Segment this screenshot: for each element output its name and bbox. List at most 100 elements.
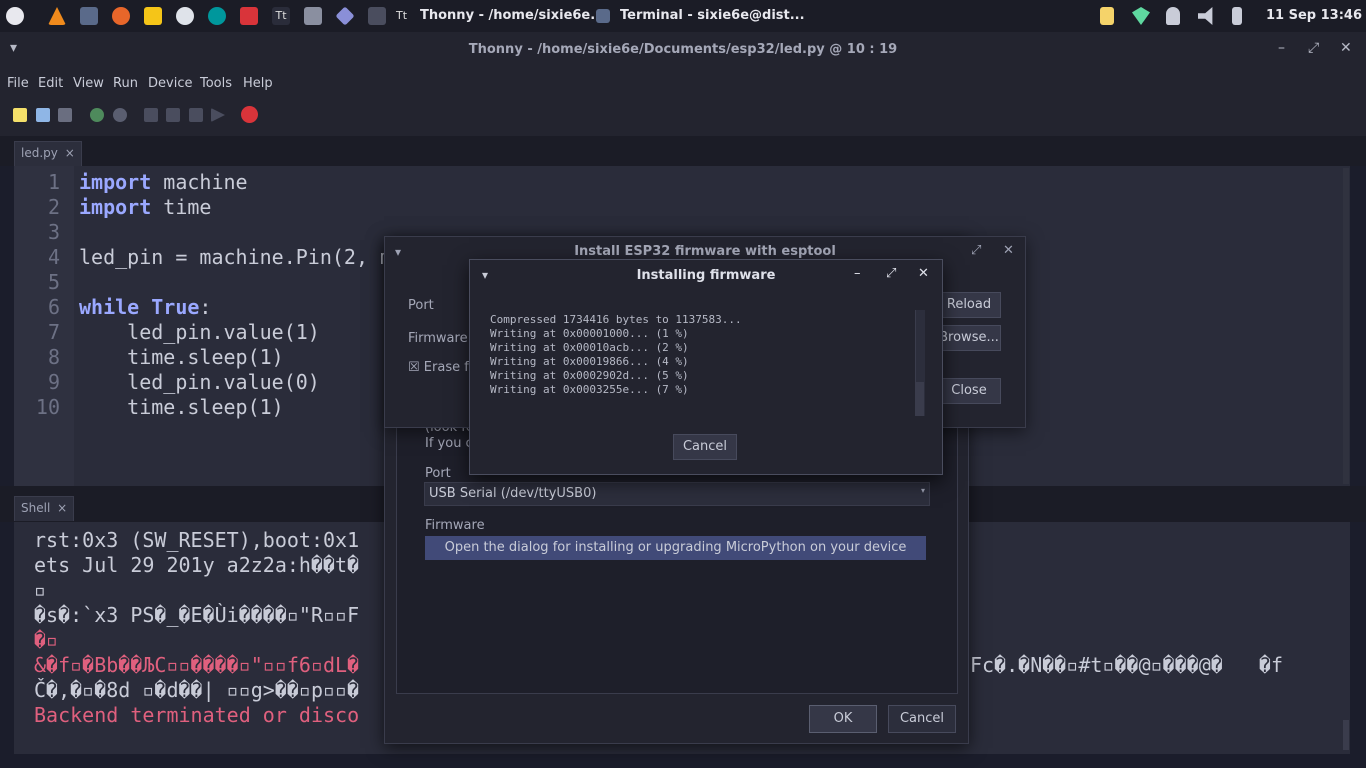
editor-tab-bar bbox=[0, 136, 1366, 166]
editor-scrollbar[interactable] bbox=[1343, 168, 1349, 484]
menu-edit[interactable]: Edit bbox=[38, 76, 63, 91]
log-scrollbar-thumb[interactable] bbox=[916, 382, 924, 416]
checkbox-checked-icon[interactable]: ☒ bbox=[408, 360, 420, 375]
files-icon[interactable] bbox=[304, 7, 322, 25]
menu-run[interactable]: Run bbox=[113, 76, 138, 91]
dialog-close-icon[interactable]: ✕ bbox=[1003, 243, 1014, 258]
dialog-close-icon[interactable]: ✕ bbox=[918, 266, 929, 281]
tab-led-py[interactable]: led.py × bbox=[14, 141, 82, 166]
terminal-task-icon[interactable] bbox=[596, 9, 610, 23]
log-line: Writing at 0x0002902d... (5 %) bbox=[490, 369, 689, 382]
port-label: Port bbox=[425, 466, 451, 481]
log-line: Writing at 0x00019866... (4 %) bbox=[490, 355, 689, 368]
code-text: led_pin = machine.Pin(2, m bbox=[79, 245, 393, 269]
app-red-icon[interactable] bbox=[240, 7, 258, 25]
tab-close-icon[interactable]: × bbox=[57, 501, 67, 515]
dialog-title: Install ESP32 firmware with esptool bbox=[574, 244, 836, 259]
cancel-button[interactable]: Cancel bbox=[888, 705, 956, 733]
debug-icon[interactable] bbox=[113, 108, 127, 122]
battery-icon[interactable] bbox=[1232, 7, 1242, 25]
minimize-icon[interactable]: – bbox=[1278, 40, 1285, 56]
esp-port-label: Port bbox=[408, 298, 434, 313]
step-into-icon[interactable] bbox=[166, 108, 180, 122]
new-file-icon[interactable] bbox=[13, 108, 27, 122]
log-line: Writing at 0x0003255e... (7 %) bbox=[490, 383, 689, 396]
menu-help[interactable]: Help bbox=[243, 76, 273, 91]
code-line: while True: bbox=[79, 295, 211, 319]
window-titlebar: ▾ Thonny - /home/sixie6e/Documents/esp32… bbox=[0, 32, 1366, 68]
run-icon[interactable] bbox=[90, 108, 104, 122]
code-line: led_pin.value(1) bbox=[79, 320, 320, 344]
taskbar-thonny-window[interactable]: Thonny - /home/sixie6e... bbox=[420, 8, 605, 23]
cancel-install-button[interactable]: Cancel bbox=[673, 434, 737, 460]
notification-bell-icon[interactable] bbox=[1166, 7, 1180, 25]
code-text: time bbox=[151, 195, 212, 219]
code-text: machine bbox=[151, 170, 248, 194]
tab-label: led.py bbox=[21, 146, 58, 160]
thonny-task-icon[interactable]: Tt bbox=[396, 7, 414, 25]
log-line: Compressed 1734416 bytes to 1137583... bbox=[490, 313, 742, 326]
terminal-icon[interactable] bbox=[80, 7, 98, 25]
menu-view[interactable]: View bbox=[73, 76, 104, 91]
code-text: led_pin.value(0) bbox=[79, 370, 320, 394]
volume-icon[interactable] bbox=[1198, 7, 1213, 25]
browse-button[interactable]: Browse... bbox=[937, 325, 1001, 351]
step-over-icon[interactable] bbox=[144, 108, 158, 122]
dialog-maximize-icon[interactable]: ⤢ bbox=[886, 266, 896, 281]
menu-file[interactable]: File bbox=[7, 76, 29, 91]
step-out-icon[interactable] bbox=[189, 108, 203, 122]
line-number: 9 bbox=[47, 370, 60, 394]
port-select-value: USB Serial (/dev/ttyUSB0) bbox=[429, 486, 597, 501]
shell-scrollbar[interactable] bbox=[1343, 720, 1349, 750]
install-firmware-link-button[interactable]: Open the dialog for installing or upgrad… bbox=[425, 536, 926, 560]
close-button[interactable]: Close bbox=[937, 378, 1001, 404]
port-select[interactable]: USB Serial (/dev/ttyUSB0) ▾ bbox=[424, 482, 930, 506]
clock[interactable]: 11 Sep 13:46 bbox=[1266, 8, 1362, 23]
dialog-title: Installing firmware bbox=[636, 268, 776, 283]
shell-line-error: �▫ bbox=[34, 628, 59, 652]
dialog-minimize-icon[interactable]: – bbox=[854, 266, 861, 281]
clipboard-icon[interactable] bbox=[1100, 7, 1114, 25]
ok-button[interactable]: OK bbox=[809, 705, 877, 733]
distro-menu-icon[interactable] bbox=[6, 7, 24, 25]
code-text: led_pin.value(1) bbox=[79, 320, 320, 344]
crown-icon[interactable] bbox=[144, 7, 162, 25]
tab-close-icon[interactable]: × bbox=[65, 146, 75, 160]
wifi-icon[interactable] bbox=[1132, 7, 1150, 25]
line-number: 7 bbox=[47, 320, 60, 344]
reload-button[interactable]: Reload bbox=[937, 292, 1001, 318]
log-line: Writing at 0x00001000... (1 %) bbox=[490, 327, 689, 340]
code-keyword: while True bbox=[79, 295, 200, 319]
arduino-icon[interactable] bbox=[208, 7, 226, 25]
tab-shell[interactable]: Shell × bbox=[14, 496, 75, 521]
toolbar bbox=[0, 98, 1366, 136]
taskbar-terminal-window[interactable]: Terminal - sixie6e@dist... bbox=[620, 8, 805, 23]
stop-icon[interactable] bbox=[241, 106, 258, 123]
code-text: time.sleep(1) bbox=[79, 345, 284, 369]
esp-firmware-label: Firmware bbox=[408, 331, 468, 346]
shell-line-fragment: Fc�.�N��▫#t▫��@▫���@� �f bbox=[970, 653, 1284, 677]
maximize-icon[interactable]: ⤢ bbox=[1308, 40, 1319, 56]
tab-label: Shell bbox=[21, 501, 51, 515]
menu-device[interactable]: Device bbox=[148, 76, 192, 91]
diamond-icon[interactable] bbox=[335, 6, 355, 26]
open-file-icon[interactable] bbox=[36, 108, 50, 122]
chevron-down-icon: ▾ bbox=[920, 486, 925, 495]
close-icon[interactable]: ✕ bbox=[1340, 40, 1352, 56]
line-number: 10 bbox=[35, 395, 60, 419]
menu-tools[interactable]: Tools bbox=[200, 76, 232, 91]
shell-line: rst:0x3 (SW_RESET),boot:0x1 bbox=[34, 528, 360, 552]
partial-help-text: If you c bbox=[425, 436, 473, 451]
code-icon[interactable] bbox=[368, 7, 386, 25]
code-line: led_pin = machine.Pin(2, m bbox=[79, 245, 392, 269]
line-number: 2 bbox=[47, 195, 60, 219]
code-keyword: import bbox=[79, 170, 152, 194]
shell-line: Č�,�▫�8d ▫�d��| ▫▫g>��▫p▫▫� bbox=[34, 678, 360, 702]
cloud-icon[interactable] bbox=[176, 7, 194, 25]
dialog-maximize-icon[interactable]: ⤢ bbox=[971, 243, 981, 258]
line-number: 3 bbox=[47, 220, 60, 244]
firefox-icon[interactable] bbox=[112, 7, 130, 25]
vlc-icon[interactable] bbox=[48, 7, 66, 25]
save-file-icon[interactable] bbox=[58, 108, 72, 122]
thonny-icon[interactable]: Tt bbox=[272, 7, 290, 25]
